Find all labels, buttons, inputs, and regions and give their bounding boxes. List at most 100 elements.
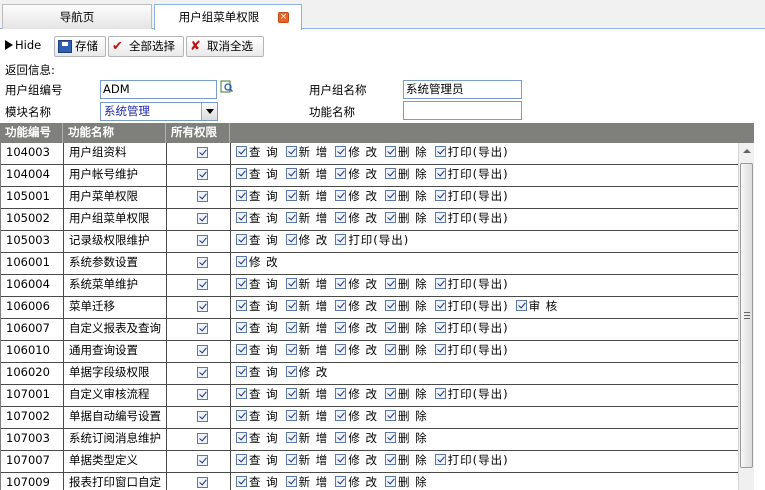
group-name-field[interactable]: 系统管理员 (403, 80, 522, 99)
group-code-field[interactable]: ADM (100, 80, 217, 99)
permission-option[interactable]: 删 除 (384, 407, 428, 426)
permission-checkbox[interactable] (384, 146, 396, 157)
permission-option[interactable]: 打印(导出) (434, 187, 509, 206)
permission-checkbox[interactable] (236, 278, 247, 289)
permission-option[interactable]: 删 除 (384, 297, 428, 316)
all-permissions-checkbox[interactable] (197, 323, 208, 334)
permission-checkbox[interactable] (285, 322, 297, 333)
all-permissions-checkbox[interactable] (197, 279, 208, 290)
permission-checkbox[interactable] (384, 410, 396, 421)
permission-option[interactable]: 打印(导出) (434, 275, 509, 294)
permission-checkbox[interactable] (434, 344, 446, 355)
permission-checkbox[interactable] (285, 278, 297, 289)
all-permissions-checkbox[interactable] (197, 191, 208, 202)
permission-option[interactable]: 查 询 (236, 341, 279, 360)
permission-checkbox[interactable] (335, 168, 347, 179)
permission-option[interactable]: 审 核 (515, 297, 559, 316)
permission-checkbox[interactable] (335, 190, 347, 201)
permission-checkbox[interactable] (434, 278, 446, 289)
permission-option[interactable]: 打印(导出) (434, 297, 509, 316)
permission-checkbox[interactable] (434, 388, 446, 399)
permission-checkbox[interactable] (434, 146, 446, 157)
permission-option[interactable]: 打印(导出) (434, 209, 509, 228)
permission-checkbox[interactable] (236, 168, 247, 179)
all-permissions-checkbox[interactable] (197, 169, 208, 180)
permission-option[interactable]: 修 改 (335, 297, 378, 316)
permission-option[interactable]: 删 除 (384, 209, 428, 228)
permission-checkbox[interactable] (236, 146, 247, 157)
all-permissions-checkbox[interactable] (197, 411, 208, 422)
permission-checkbox[interactable] (335, 212, 347, 223)
permission-checkbox[interactable] (384, 168, 396, 179)
chevron-down-icon[interactable] (201, 103, 217, 120)
all-permissions-checkbox[interactable] (197, 477, 208, 488)
scrollbar-thumb[interactable] (740, 163, 753, 468)
permission-option[interactable]: 新 增 (285, 407, 329, 426)
permission-checkbox[interactable] (285, 410, 297, 421)
permission-option[interactable]: 修 改 (335, 319, 378, 338)
permission-option[interactable]: 修 改 (335, 429, 378, 448)
permission-option[interactable]: 修 改 (335, 341, 378, 360)
permission-option[interactable]: 删 除 (384, 143, 428, 162)
permission-checkbox[interactable] (335, 234, 347, 245)
permission-checkbox[interactable] (434, 322, 446, 333)
permission-checkbox[interactable] (384, 278, 396, 289)
permission-option[interactable]: 删 除 (384, 187, 428, 206)
permission-option[interactable]: 查 询 (236, 231, 279, 250)
permission-option[interactable]: 查 询 (236, 187, 279, 206)
permission-checkbox[interactable] (515, 300, 527, 311)
all-permissions-checkbox[interactable] (197, 433, 208, 444)
permission-option[interactable]: 删 除 (384, 451, 428, 470)
permission-checkbox[interactable] (434, 454, 446, 465)
permission-checkbox[interactable] (236, 234, 247, 245)
permission-option[interactable]: 新 增 (285, 187, 329, 206)
permission-option[interactable]: 查 询 (236, 297, 279, 316)
permission-option[interactable]: 打印(导出) (434, 319, 509, 338)
permission-option[interactable]: 修 改 (285, 363, 329, 382)
permission-option[interactable]: 查 询 (236, 451, 279, 470)
permission-option[interactable]: 查 询 (236, 319, 279, 338)
permission-option[interactable]: 查 询 (236, 473, 279, 490)
permission-checkbox[interactable] (335, 322, 347, 333)
column-header-name[interactable]: 功能名称 (63, 123, 166, 143)
permission-option[interactable]: 新 增 (285, 451, 329, 470)
permission-checkbox[interactable] (335, 432, 347, 443)
permission-checkbox[interactable] (236, 410, 247, 421)
all-permissions-checkbox[interactable] (197, 257, 208, 268)
permission-option[interactable]: 查 询 (236, 407, 279, 426)
all-permissions-checkbox[interactable] (197, 147, 208, 158)
permission-option[interactable]: 打印(导出) (335, 231, 409, 250)
permission-checkbox[interactable] (236, 256, 247, 267)
permission-checkbox[interactable] (335, 344, 347, 355)
permission-checkbox[interactable] (434, 168, 446, 179)
column-header-all[interactable]: 所有权限 (166, 123, 230, 143)
permission-checkbox[interactable] (434, 300, 446, 311)
permission-checkbox[interactable] (335, 300, 347, 311)
permission-option[interactable]: 查 询 (236, 385, 279, 404)
vertical-scrollbar[interactable] (738, 143, 754, 490)
permission-checkbox[interactable] (335, 410, 347, 421)
permission-option[interactable]: 修 改 (335, 209, 378, 228)
all-permissions-checkbox[interactable] (197, 389, 208, 400)
permission-checkbox[interactable] (335, 146, 347, 157)
permission-option[interactable]: 新 增 (285, 341, 329, 360)
all-permissions-checkbox[interactable] (197, 301, 208, 312)
permission-option[interactable]: 修 改 (335, 165, 378, 184)
permission-checkbox[interactable] (285, 476, 297, 487)
permission-checkbox[interactable] (384, 212, 396, 223)
permission-checkbox[interactable] (236, 432, 247, 443)
all-permissions-checkbox[interactable] (197, 367, 208, 378)
permission-checkbox[interactable] (285, 234, 297, 245)
permission-option[interactable]: 打印(导出) (434, 165, 509, 184)
permission-option[interactable]: 删 除 (384, 429, 428, 448)
permission-checkbox[interactable] (384, 476, 396, 487)
permission-checkbox[interactable] (236, 454, 247, 465)
column-header-code[interactable]: 功能编号 (0, 123, 63, 143)
all-permissions-checkbox[interactable] (197, 455, 208, 466)
save-button[interactable]: 存储 (54, 36, 106, 57)
permission-option[interactable]: 新 增 (285, 209, 329, 228)
permission-checkbox[interactable] (285, 212, 297, 223)
permission-option[interactable]: 删 除 (384, 165, 428, 184)
permission-option[interactable]: 新 增 (285, 275, 329, 294)
permission-checkbox[interactable] (384, 454, 396, 465)
